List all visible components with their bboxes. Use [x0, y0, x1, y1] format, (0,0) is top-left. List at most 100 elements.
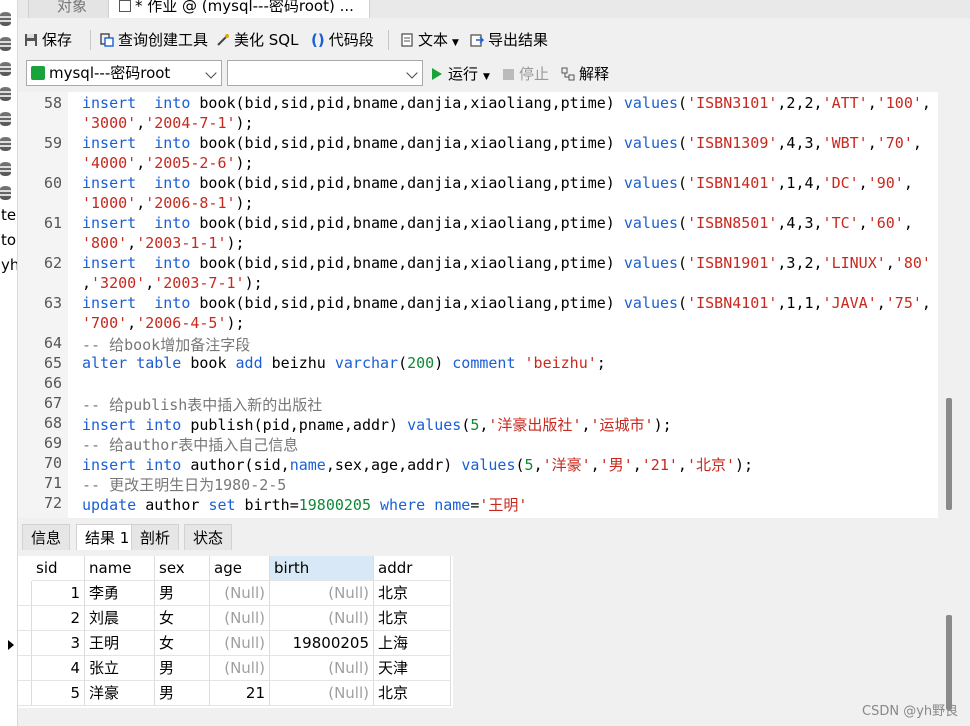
- code-token: birth=: [235, 496, 299, 514]
- table-cell[interactable]: 刘晨: [85, 606, 155, 631]
- table-cell[interactable]: 洋豪: [85, 681, 155, 706]
- table-cell[interactable]: (Null): [210, 631, 270, 656]
- column-header-sex[interactable]: sex: [155, 556, 210, 581]
- column-header-age[interactable]: age: [210, 556, 270, 581]
- row-selector[interactable]: [18, 656, 32, 681]
- navigator-item[interactable]: te: [1, 206, 16, 224]
- result-grid[interactable]: sid name sex age birth addr 1 李勇男 (Null) (Null) 北京…: [18, 556, 453, 708]
- table-cell[interactable]: (Null): [210, 581, 270, 606]
- code-token: ,4,3,: [777, 134, 823, 152]
- tab-info[interactable]: 信息: [22, 524, 71, 550]
- editor-scrollbar-track[interactable]: [938, 92, 970, 518]
- database-icon[interactable]: [0, 112, 12, 126]
- column-header-name[interactable]: name: [85, 556, 155, 581]
- navigator-item[interactable]: to: [1, 231, 16, 249]
- table-cell[interactable]: 北京: [374, 581, 451, 606]
- database-icon[interactable]: [0, 186, 12, 200]
- database-icon[interactable]: [0, 37, 12, 51]
- code-token: ,1,4,: [777, 174, 823, 192]
- code-token: publish(pid,pname,addr): [181, 416, 408, 434]
- row-selector[interactable]: [18, 631, 32, 656]
- explain-button[interactable]: 解释: [561, 60, 609, 88]
- column-header-birth[interactable]: birth: [270, 556, 374, 581]
- table-cell[interactable]: (Null): [270, 656, 374, 681]
- grid-scrollbar[interactable]: [946, 615, 952, 710]
- run-button[interactable]: 运行 ▼: [432, 60, 490, 88]
- tab-objects[interactable]: 对象: [28, 0, 116, 18]
- code-token: '70': [876, 134, 913, 152]
- save-button[interactable]: 保存: [24, 26, 72, 54]
- table-cell[interactable]: 男: [155, 581, 210, 606]
- code-token: 'ISBN4101': [687, 294, 778, 312]
- table-cell[interactable]: 张立: [85, 656, 155, 681]
- table-cell[interactable]: 天津: [374, 656, 451, 681]
- table-cell[interactable]: (Null): [270, 681, 374, 706]
- tab-profile[interactable]: 剖析: [131, 524, 180, 550]
- navigator-item[interactable]: yh: [1, 256, 17, 274]
- table-cell[interactable]: 1: [32, 581, 85, 606]
- table-cell[interactable]: (Null): [270, 606, 374, 631]
- table-cell[interactable]: 2: [32, 606, 85, 631]
- export-results-button[interactable]: 导出结果: [470, 26, 548, 54]
- table-cell[interactable]: (Null): [210, 656, 270, 681]
- table-cell[interactable]: 女: [155, 631, 210, 656]
- table-cell[interactable]: 21: [210, 681, 270, 706]
- database-icon[interactable]: [0, 62, 12, 76]
- table-cell[interactable]: (Null): [210, 606, 270, 631]
- code-token: book(bid,sid,pid,bname,danjia,xiaoliang,…: [190, 294, 624, 312]
- database-icon[interactable]: [0, 162, 12, 176]
- code-token: values: [623, 94, 679, 112]
- table-cell[interactable]: 上海: [374, 631, 451, 656]
- table-cell[interactable]: 北京: [374, 681, 451, 706]
- table-cell[interactable]: 王明: [85, 631, 155, 656]
- stop-button[interactable]: 停止: [503, 60, 549, 88]
- text-button[interactable]: 文本 ▼: [400, 26, 459, 54]
- code-token: ,: [127, 234, 137, 252]
- tab-status[interactable]: 状态: [184, 524, 233, 550]
- tab-result-1[interactable]: 结果 1: [76, 524, 139, 550]
- row-selector[interactable]: [18, 681, 32, 706]
- snippet-icon: (): [311, 31, 325, 49]
- code-line: insert into book(bid,sid,pid,bname,danji…: [82, 174, 913, 192]
- table-cell[interactable]: 男: [155, 681, 210, 706]
- code-token: varchar: [334, 354, 399, 372]
- editor-scrollbar[interactable]: [946, 398, 952, 510]
- database-icon[interactable]: [0, 137, 12, 151]
- table-cell[interactable]: 3: [32, 631, 85, 656]
- code-token: 'beizhu': [524, 354, 597, 372]
- database-icon[interactable]: [0, 12, 12, 26]
- code-token: ,: [921, 94, 931, 112]
- query-builder-button[interactable]: 查询创建工具: [100, 26, 208, 54]
- table-cell[interactable]: 男: [155, 656, 210, 681]
- code-token: ,: [912, 134, 922, 152]
- connection-select[interactable]: mysql---密码root: [26, 60, 222, 86]
- row-selector[interactable]: [18, 606, 32, 631]
- code-token: values: [407, 416, 462, 434]
- code-token: values: [461, 456, 516, 474]
- column-header-addr[interactable]: addr: [374, 556, 451, 581]
- code-token: into: [145, 416, 182, 434]
- code-line: insert into book(bid,sid,pid,bname,danji…: [82, 214, 913, 232]
- line-number: 70: [43, 454, 62, 472]
- table-cell[interactable]: (Null): [270, 581, 374, 606]
- code-snippet-button[interactable]: () 代码段: [311, 26, 374, 54]
- code-token: 'ISBN3101': [687, 94, 778, 112]
- code-token: '100': [876, 94, 922, 112]
- table-cell[interactable]: 4: [32, 656, 85, 681]
- code-token: (: [678, 254, 688, 272]
- code-token: 200: [407, 354, 435, 372]
- database-icon[interactable]: [0, 87, 12, 101]
- table-cell[interactable]: 5: [32, 681, 85, 706]
- table-cell[interactable]: 北京: [374, 606, 451, 631]
- table-cell[interactable]: 19800205: [270, 631, 374, 656]
- sql-editor[interactable]: 58 59 60 61 62 63 64 65 66 67 68 69 70 71 72 insert in…: [18, 92, 938, 518]
- beautify-sql-button[interactable]: 美化 SQL: [216, 26, 298, 54]
- tab-query[interactable]: * 作业 @ (mysql---密码root) ...: [108, 0, 370, 18]
- database-select[interactable]: [227, 60, 423, 86]
- code-token: table: [136, 354, 182, 372]
- row-selector[interactable]: [18, 581, 32, 606]
- column-header-sid[interactable]: sid: [32, 556, 85, 581]
- table-cell[interactable]: 李勇: [85, 581, 155, 606]
- table-cell[interactable]: 女: [155, 606, 210, 631]
